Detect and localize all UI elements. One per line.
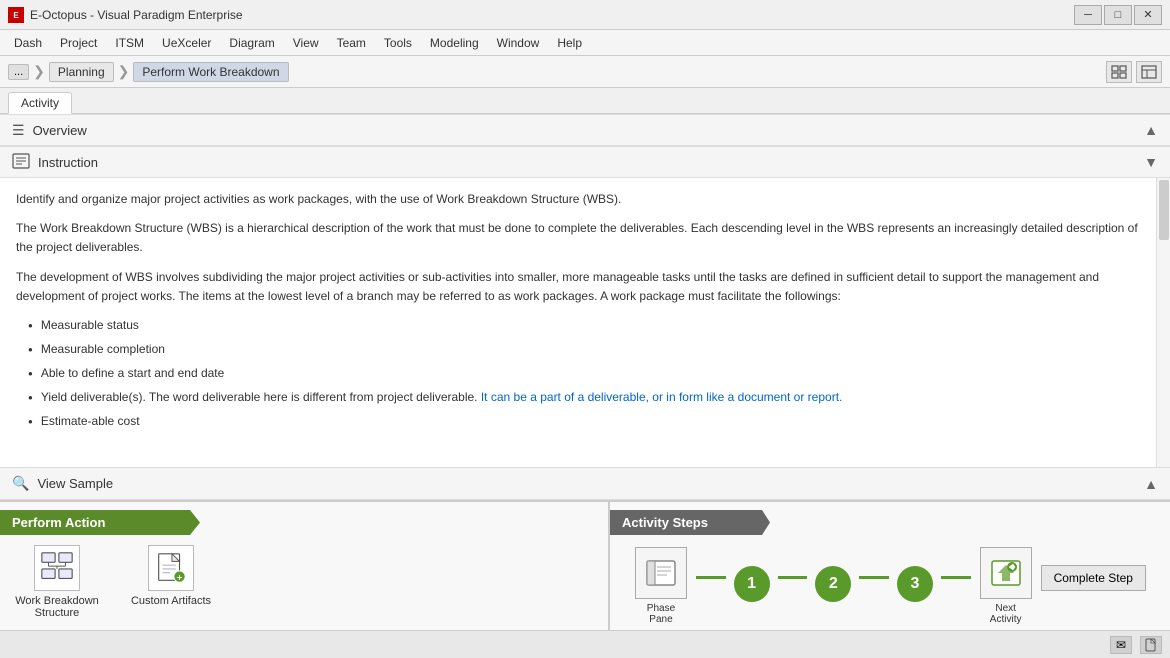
instruction-para-1: Identify and organize major project acti… <box>16 190 1154 209</box>
bullet-3: Able to define a start and end date <box>28 364 1154 382</box>
action-item-custom[interactable]: + Custom Artifacts <box>126 545 216 619</box>
breadcrumb-icon-grid[interactable] <box>1106 61 1132 83</box>
window-controls: ─ □ ✕ <box>1074 5 1162 25</box>
menu-bar: Dash Project ITSM UeXceler Diagram View … <box>0 30 1170 56</box>
connector-3 <box>859 576 889 579</box>
activity-steps-header: Activity Steps <box>610 510 770 535</box>
step-circle-3[interactable]: 3 <box>897 566 933 602</box>
menu-help[interactable]: Help <box>549 34 590 52</box>
email-icon[interactable]: ✉ <box>1110 636 1132 654</box>
instruction-bullets: Measurable status Measurable completion … <box>28 316 1154 430</box>
menu-window[interactable]: Window <box>489 34 548 52</box>
app-title: E-Octopus - Visual Paradigm Enterprise <box>30 8 1074 22</box>
breadcrumb-icons <box>1106 61 1162 83</box>
breadcrumb: ... ❯ Planning ❯ Perform Work Breakdown <box>8 62 289 82</box>
phase-pane-label: Phase Pane <box>634 603 688 625</box>
next-activity-label: Next Activity <box>979 603 1033 625</box>
bullet-4: Yield deliverable(s). The word deliverab… <box>28 388 1154 406</box>
svg-text:+: + <box>177 572 183 583</box>
menu-modeling[interactable]: Modeling <box>422 34 487 52</box>
instruction-para-3: The development of WBS involves subdivid… <box>16 268 1154 306</box>
breadcrumb-sep-2: ❯ <box>118 63 130 80</box>
view-sample-header[interactable]: 🔍 View Sample ▲ <box>0 468 1170 500</box>
bullet-1: Measurable status <box>28 316 1154 334</box>
connector-2 <box>778 576 808 579</box>
step-next-activity[interactable]: Next Activity <box>979 547 1033 625</box>
instruction-section-header[interactable]: Instruction ▼ <box>0 146 1170 178</box>
perform-action-items: Work Breakdown Structure + Custom Artifa… <box>0 541 608 623</box>
wbs-icon <box>34 545 80 591</box>
action-item-wbs[interactable]: Work Breakdown Structure <box>12 545 102 619</box>
tab-bar: Activity <box>0 88 1170 114</box>
menu-tools[interactable]: Tools <box>376 34 420 52</box>
breadcrumb-bar: ... ❯ Planning ❯ Perform Work Breakdown <box>0 56 1170 88</box>
breadcrumb-perform-work-breakdown[interactable]: Perform Work Breakdown <box>133 62 288 82</box>
search-icon: 🔍 <box>12 475 29 492</box>
step-3[interactable]: 3 <box>897 566 933 606</box>
instruction-toggle: ▼ <box>1144 154 1158 170</box>
menu-team[interactable]: Team <box>329 34 374 52</box>
bullet-5: Estimate-able cost <box>28 412 1154 430</box>
breadcrumb-sep-1: ❯ <box>33 63 45 80</box>
breadcrumb-dots[interactable]: ... <box>8 64 29 80</box>
menu-uexceler[interactable]: UeXceler <box>154 34 219 52</box>
overview-icon: ☰ <box>12 122 25 139</box>
overview-section-header[interactable]: ☰ Overview ▲ <box>0 114 1170 146</box>
menu-project[interactable]: Project <box>52 34 105 52</box>
perform-action-panel: Perform Action Work Breakdown <box>0 502 610 630</box>
menu-dash[interactable]: Dash <box>6 34 50 52</box>
wbs-label: Work Breakdown Structure <box>12 595 102 619</box>
bullet-4-highlight: It can be a part of a deliverable, or in… <box>481 390 843 404</box>
svg-text:E: E <box>13 11 19 20</box>
title-bar: E E-Octopus - Visual Paradigm Enterprise… <box>0 0 1170 30</box>
minimize-button[interactable]: ─ <box>1074 5 1102 25</box>
step-circle-1[interactable]: 1 <box>734 566 770 602</box>
instruction-title: Instruction <box>38 155 1144 170</box>
tab-activity[interactable]: Activity <box>8 92 72 114</box>
scrollbar-track <box>1156 178 1170 467</box>
custom-artifacts-icon: + <box>148 545 194 591</box>
instruction-para-2: The Work Breakdown Structure (WBS) is a … <box>16 219 1154 257</box>
step-1[interactable]: 1 <box>734 566 770 606</box>
close-button[interactable]: ✕ <box>1134 5 1162 25</box>
connector-1 <box>696 576 726 579</box>
overview-title: Overview <box>33 123 1145 138</box>
custom-artifacts-label: Custom Artifacts <box>131 595 211 607</box>
steps-row: Phase Pane 1 2 3 <box>610 541 1170 630</box>
step-2[interactable]: 2 <box>815 566 851 606</box>
menu-diagram[interactable]: Diagram <box>221 34 282 52</box>
maximize-button[interactable]: □ <box>1104 5 1132 25</box>
view-sample-title: View Sample <box>37 476 1144 491</box>
step-circle-2[interactable]: 2 <box>815 566 851 602</box>
overview-toggle: ▲ <box>1144 122 1158 138</box>
breadcrumb-icon-view[interactable] <box>1136 61 1162 83</box>
app-icon: E <box>8 7 24 23</box>
bullet-2: Measurable completion <box>28 340 1154 358</box>
perform-action-header: Perform Action <box>0 510 200 535</box>
breadcrumb-planning[interactable]: Planning <box>49 62 114 82</box>
menu-itsm[interactable]: ITSM <box>107 34 152 52</box>
activity-steps-panel: Activity Steps Phase Pane 1 <box>610 502 1170 630</box>
complete-step-button[interactable]: Complete Step <box>1041 565 1146 591</box>
view-sample-toggle: ▲ <box>1144 476 1158 492</box>
scrollbar-thumb[interactable] <box>1159 180 1169 240</box>
main-content: ☰ Overview ▲ Instruction ▼ Identify and … <box>0 114 1170 500</box>
bottom-panel: Perform Action Work Breakdown <box>0 500 1170 630</box>
connector-4 <box>941 576 971 579</box>
status-bar: ✉ <box>0 630 1170 658</box>
instruction-icon <box>12 153 30 172</box>
next-activity-icon <box>980 547 1032 599</box>
file-icon[interactable] <box>1140 636 1162 654</box>
step-phase-pane[interactable]: Phase Pane <box>634 547 688 625</box>
phase-pane-icon <box>635 547 687 599</box>
instruction-content: Identify and organize major project acti… <box>0 178 1170 468</box>
menu-view[interactable]: View <box>285 34 327 52</box>
